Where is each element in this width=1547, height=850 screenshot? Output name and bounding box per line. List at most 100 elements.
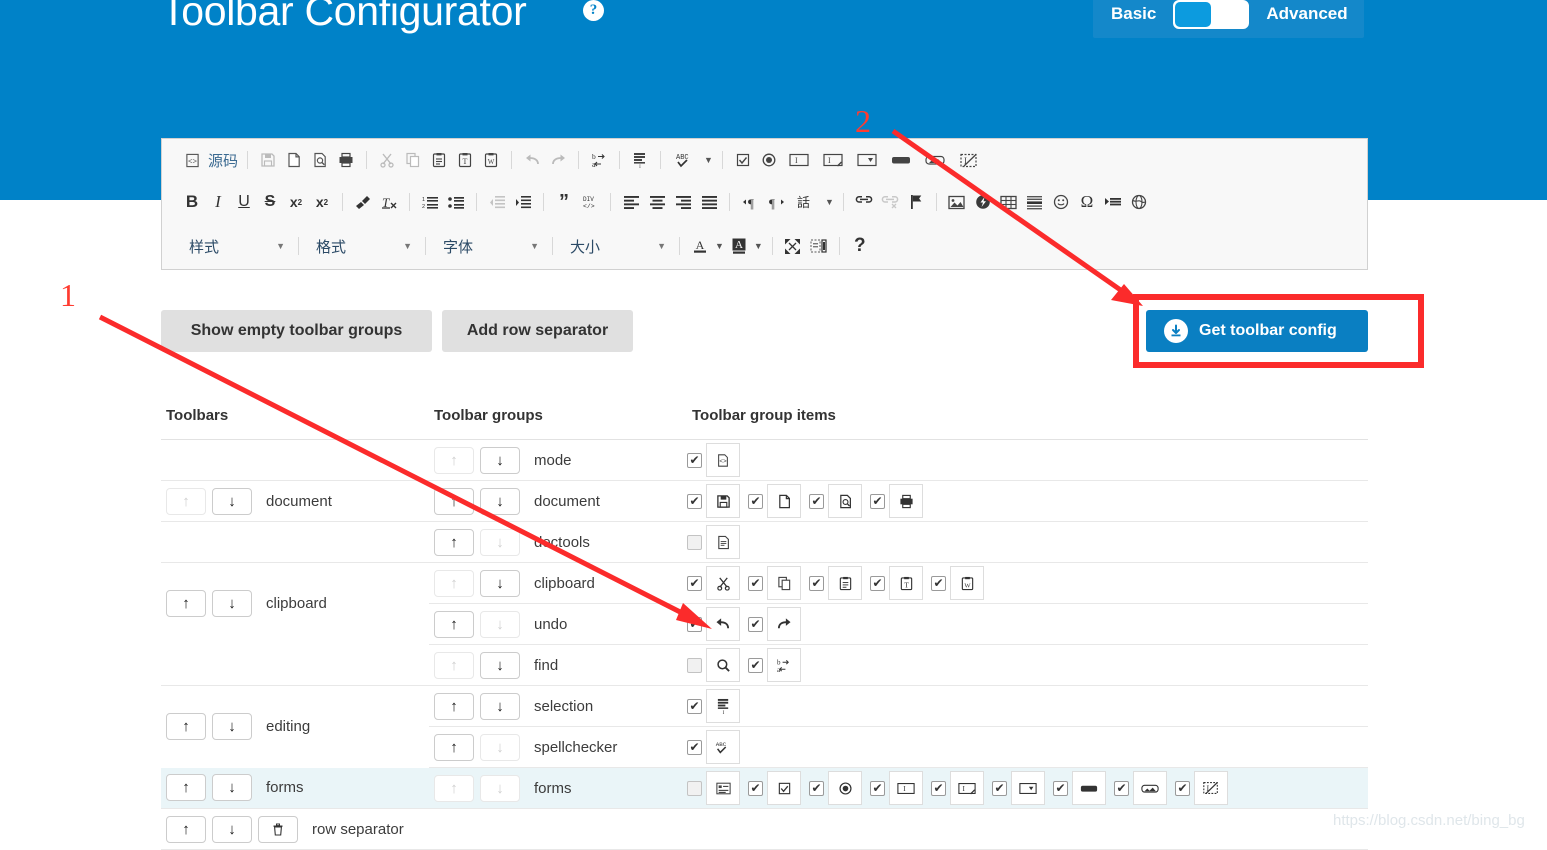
group-move-up-button[interactable]: ↑: [434, 487, 474, 515]
group-move-up-button[interactable]: ↑: [434, 569, 474, 597]
select-field-icon[interactable]: [850, 148, 884, 172]
item-checkbox[interactable]: ✔: [870, 780, 885, 796]
blockquote-icon[interactable]: ”: [551, 190, 577, 214]
item-checkbox[interactable]: ✔: [748, 493, 763, 509]
group-move-up-button[interactable]: ↑: [434, 528, 474, 556]
item-checkbox[interactable]: ✔: [687, 616, 702, 632]
save-icon[interactable]: [255, 148, 281, 172]
group-move-down-button[interactable]: ↓: [480, 733, 520, 761]
align-center-icon[interactable]: [644, 190, 670, 214]
chevron-down-icon[interactable]: ▼: [754, 241, 763, 251]
group-move-down-button[interactable]: ↓: [480, 651, 520, 679]
justify-icon[interactable]: [696, 190, 722, 214]
radio-field-icon[interactable]: [756, 148, 782, 172]
item-checkbox[interactable]: ✔: [687, 657, 702, 673]
new-page-icon[interactable]: [767, 484, 801, 518]
item-checkbox[interactable]: ✔: [687, 534, 702, 550]
remove-format-icon[interactable]: T: [376, 190, 402, 214]
subscript-icon[interactable]: x2: [283, 190, 309, 214]
image-button-icon[interactable]: [1133, 771, 1167, 805]
source-icon[interactable]: <>: [179, 148, 205, 172]
cut-icon[interactable]: [374, 148, 400, 172]
item-checkbox[interactable]: ✔: [1053, 780, 1068, 796]
toolbar-move-down-button[interactable]: ↓: [212, 487, 252, 515]
redo-icon[interactable]: [545, 148, 571, 172]
group-move-up-button[interactable]: ↑: [434, 446, 474, 474]
item-checkbox[interactable]: ✔: [809, 575, 824, 591]
chevron-down-icon[interactable]: ▼: [704, 155, 713, 165]
item-checkbox[interactable]: ✔: [809, 780, 824, 796]
toolbar-move-down-button[interactable]: ↓: [212, 774, 252, 802]
item-checkbox[interactable]: ✔: [931, 780, 946, 796]
undo-icon[interactable]: [519, 148, 545, 172]
special-character-icon[interactable]: Ω: [1074, 190, 1100, 214]
language-icon[interactable]: 話: [789, 190, 823, 214]
copy-icon[interactable]: [767, 566, 801, 600]
checkbox-field-icon[interactable]: [730, 148, 756, 172]
form-icon[interactable]: [706, 771, 740, 805]
paste-text-icon[interactable]: T: [452, 148, 478, 172]
replace-icon[interactable]: ba: [586, 148, 612, 172]
text-direction-ltr-icon[interactable]: ¶: [737, 190, 763, 214]
group-move-down-button[interactable]: ↓: [480, 487, 520, 515]
button-icon[interactable]: [884, 148, 918, 172]
about-icon[interactable]: ?: [847, 234, 873, 258]
spellchecker-icon[interactable]: ABC: [706, 730, 740, 764]
button-icon[interactable]: [1072, 771, 1106, 805]
save-icon[interactable]: [706, 484, 740, 518]
chevron-down-icon[interactable]: ▼: [825, 197, 834, 207]
group-move-down-button[interactable]: ↓: [480, 569, 520, 597]
item-checkbox[interactable]: ✔: [687, 698, 702, 714]
underline-icon[interactable]: U: [231, 190, 257, 214]
hidden-field-icon[interactable]: I: [952, 148, 986, 172]
item-checkbox[interactable]: ✔: [687, 739, 702, 755]
item-checkbox[interactable]: ✔: [748, 616, 763, 632]
toolbar-move-up-button[interactable]: ↑: [166, 713, 206, 741]
hidden-field-icon[interactable]: I: [1194, 771, 1228, 805]
size-combo[interactable]: 大小 ▼: [560, 233, 672, 259]
item-checkbox[interactable]: ✔: [687, 575, 702, 591]
toolbar-move-up-button[interactable]: ↑: [166, 815, 206, 843]
item-checkbox[interactable]: ✔: [748, 657, 763, 673]
text-field-icon[interactable]: I: [782, 148, 816, 172]
horizontal-rule-icon[interactable]: [1022, 190, 1048, 214]
item-checkbox[interactable]: ✔: [809, 493, 824, 509]
item-checkbox[interactable]: ✔: [992, 780, 1007, 796]
paste-word-icon[interactable]: W: [950, 566, 984, 600]
paste-word-icon[interactable]: W: [478, 148, 504, 172]
item-checkbox[interactable]: ✔: [1114, 780, 1129, 796]
paste-icon[interactable]: [426, 148, 452, 172]
item-checkbox[interactable]: ✔: [748, 780, 763, 796]
font-combo[interactable]: 字体 ▼: [433, 233, 545, 259]
item-checkbox[interactable]: ✔: [870, 493, 885, 509]
checkbox-field-icon[interactable]: [767, 771, 801, 805]
toolbar-move-down-button[interactable]: ↓: [212, 590, 252, 618]
new-page-icon[interactable]: [281, 148, 307, 172]
iframe-icon[interactable]: [1126, 190, 1152, 214]
link-icon[interactable]: [851, 190, 877, 214]
item-checkbox[interactable]: ✔: [870, 575, 885, 591]
select-all-icon[interactable]: I: [627, 148, 653, 172]
bulleted-list-icon[interactable]: [443, 190, 469, 214]
smiley-icon[interactable]: [1048, 190, 1074, 214]
add-row-separator-button[interactable]: Add row separator: [442, 310, 633, 352]
background-color-icon[interactable]: A: [726, 234, 752, 258]
toolbar-move-up-button[interactable]: ↑: [166, 590, 206, 618]
group-move-up-button[interactable]: ↑: [434, 774, 474, 802]
flash-icon[interactable]: [970, 190, 996, 214]
toolbar-move-up-button[interactable]: ↑: [166, 487, 206, 515]
item-checkbox[interactable]: ✔: [687, 493, 702, 509]
numbered-list-icon[interactable]: 12: [417, 190, 443, 214]
replace-icon[interactable]: ba: [767, 648, 801, 682]
select-field-icon[interactable]: [1011, 771, 1045, 805]
get-toolbar-config-button[interactable]: Get toolbar config: [1146, 310, 1368, 352]
select-all-icon[interactable]: I: [706, 689, 740, 723]
superscript-icon[interactable]: x2: [309, 190, 335, 214]
unlink-icon[interactable]: [877, 190, 903, 214]
toolbar-move-down-button[interactable]: ↓: [212, 815, 252, 843]
text-field-icon[interactable]: I: [889, 771, 923, 805]
print-icon[interactable]: [333, 148, 359, 172]
text-direction-rtl-icon[interactable]: ¶: [763, 190, 789, 214]
templates-icon[interactable]: [706, 525, 740, 559]
print-icon[interactable]: [889, 484, 923, 518]
